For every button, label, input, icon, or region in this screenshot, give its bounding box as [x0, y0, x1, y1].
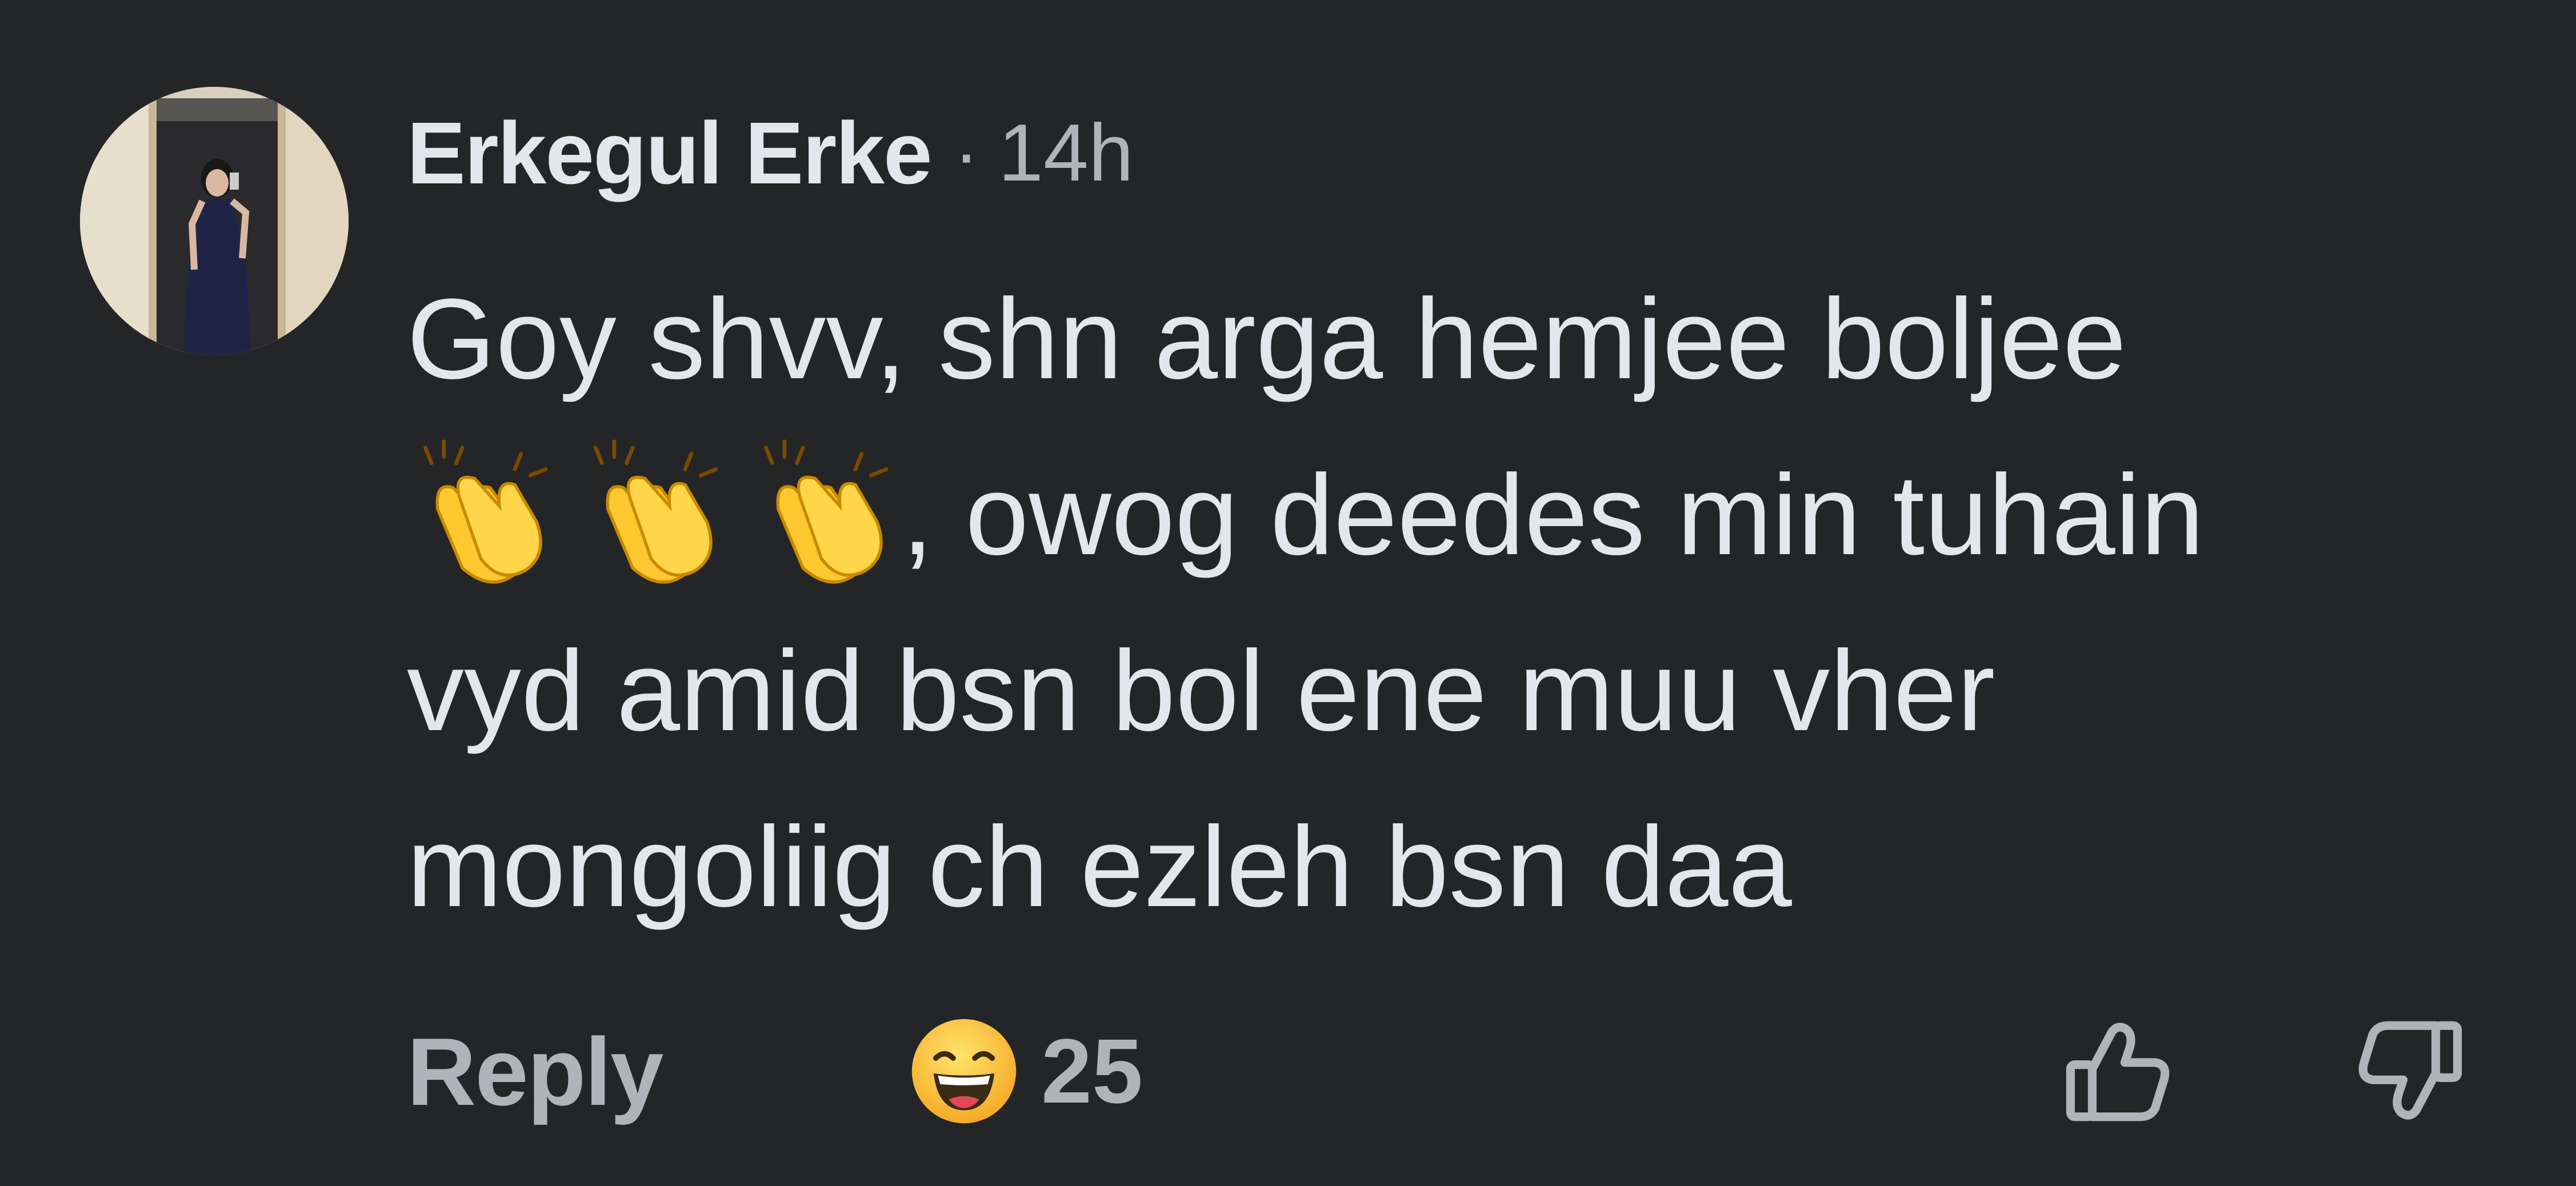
comment-line: vyd amid bsn bol ene muu vher — [407, 627, 1995, 755]
reaction-summary[interactable]: 25 — [910, 1017, 1143, 1125]
avatar[interactable] — [80, 87, 349, 355]
thumbs-down-outline-icon[interactable] — [2355, 1017, 2464, 1125]
reply-button[interactable]: Reply — [407, 1017, 663, 1127]
grinning-squinting-face-icon — [911, 1019, 1017, 1124]
meta-separator: · — [954, 111, 979, 195]
comment-header: Erkegul Erke · 14h — [407, 96, 1134, 210]
clapping-hands-emoji-icon — [764, 439, 889, 584]
clapping-hands-emoji-icon — [423, 439, 548, 584]
comment-line: mongoliig ch ezleh bsn daa — [407, 803, 1792, 931]
comment-line-text: , owog deedes min tuhain — [902, 451, 2205, 579]
comment-actions: Reply 25 — [407, 1005, 2464, 1131]
timestamp[interactable]: 14h — [998, 106, 1134, 200]
author-name[interactable]: Erkegul Erke — [407, 103, 933, 204]
reaction-count: 25 — [1041, 1020, 1143, 1122]
comment-card: Erkegul Erke · 14h Goy shvv, shn arga he… — [0, 0, 2576, 1186]
clapping-hands-emoji-icon — [594, 439, 718, 584]
comment-line-with-emoji: , owog deedes min tuhain — [407, 427, 2521, 603]
comment-body: Goy shvv, shn arga hemjee boljee , owog … — [407, 251, 2521, 955]
comment-line: Goy shvv, shn arga hemjee boljee — [407, 275, 2127, 403]
avatar-photo — [80, 87, 349, 355]
thumbs-up-outline-icon[interactable] — [2064, 1017, 2173, 1125]
